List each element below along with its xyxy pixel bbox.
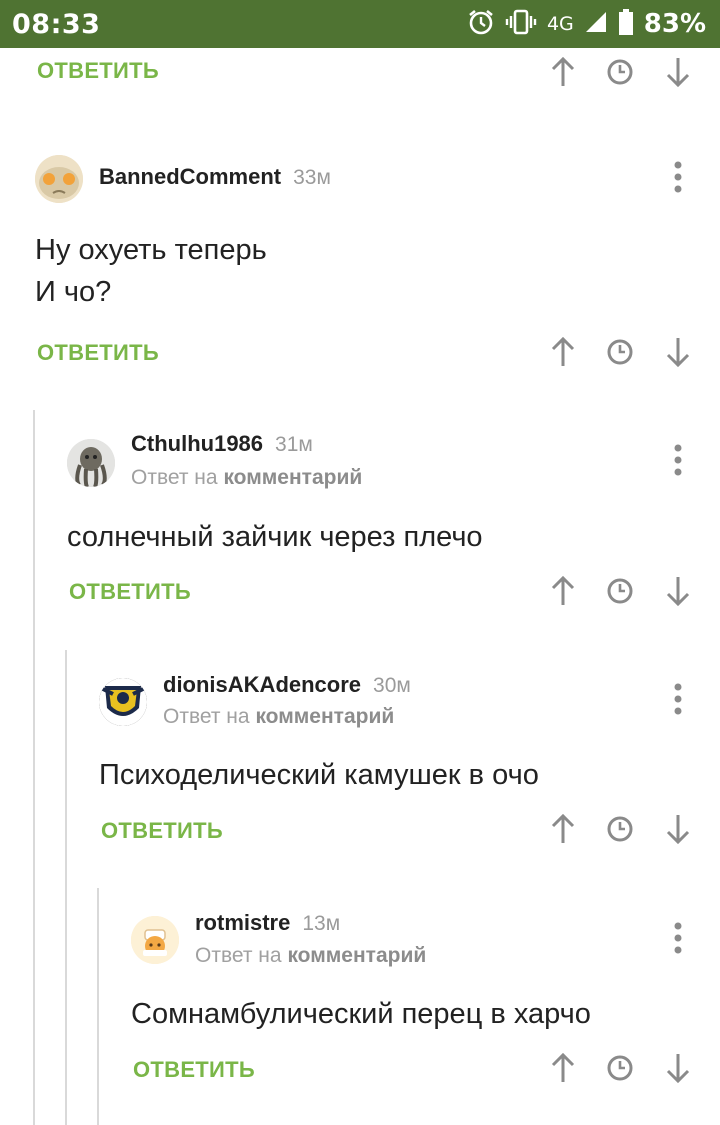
thread-line-level-3 xyxy=(97,888,99,1125)
reply-to-link[interactable]: комментарий xyxy=(287,944,426,967)
reply-to-link[interactable]: комментарий xyxy=(223,466,362,489)
comment-line: солнечный зайчик через плечо xyxy=(67,521,483,553)
arrow-down-icon[interactable] xyxy=(661,55,695,89)
vibrate-icon xyxy=(505,8,537,40)
comment-body: Сомнамбулический перец в харчо xyxy=(131,993,591,1035)
reply-to-prefix: Ответ на xyxy=(131,466,218,489)
network-type: 4G xyxy=(546,13,574,35)
arrow-down-icon[interactable] xyxy=(661,335,695,369)
more-vertical-icon[interactable] xyxy=(666,918,690,958)
comment-time: 30м xyxy=(373,674,411,697)
thread-line-level-2 xyxy=(65,650,67,1125)
avatar[interactable] xyxy=(67,439,115,487)
reply-to-line: Ответ на комментарий xyxy=(131,466,362,490)
arrow-up-icon[interactable] xyxy=(546,1051,580,1085)
reply-button[interactable]: ОТВЕТИТЬ xyxy=(37,58,159,84)
reply-button[interactable]: ОТВЕТИТЬ xyxy=(133,1057,255,1083)
comment-author[interactable]: Cthulhu1986 xyxy=(131,431,263,457)
comment-author[interactable]: BannedComment xyxy=(99,164,281,190)
arrow-down-icon[interactable] xyxy=(661,1051,695,1085)
comment-line: Психоделический камушек в очо xyxy=(99,759,539,791)
status-time: 08:33 xyxy=(12,8,101,40)
clock-icon[interactable] xyxy=(603,335,637,369)
clock-icon[interactable] xyxy=(603,1051,637,1085)
more-vertical-icon[interactable] xyxy=(666,679,690,719)
status-bar: 08:33 4G 83% xyxy=(0,0,720,48)
comment-body: Психоделический камушек в очо xyxy=(99,754,539,796)
reply-to-line: Ответ на комментарий xyxy=(163,705,394,729)
comment-body: Ну охуеть теперь И чо? xyxy=(35,229,267,313)
reply-to-line: Ответ на комментарий xyxy=(195,944,426,968)
arrow-up-icon[interactable] xyxy=(546,812,580,846)
reply-button[interactable]: ОТВЕТИТЬ xyxy=(101,818,223,844)
alarm-icon xyxy=(467,8,495,40)
more-vertical-icon[interactable] xyxy=(666,440,690,480)
arrow-up-icon[interactable] xyxy=(546,335,580,369)
comment-time: 33м xyxy=(293,166,331,189)
arrow-up-icon[interactable] xyxy=(546,55,580,89)
more-vertical-icon[interactable] xyxy=(666,157,690,197)
comment-body: солнечный зайчик через плечо xyxy=(67,516,483,558)
avatar[interactable] xyxy=(131,916,179,964)
thread-line-level-1 xyxy=(33,410,35,1125)
avatar[interactable] xyxy=(35,155,83,203)
clock-icon[interactable] xyxy=(603,55,637,89)
comment-time: 13м xyxy=(302,912,341,935)
comment-author[interactable]: dionisAKAdencore xyxy=(163,672,361,698)
comment-author[interactable]: rotmistre xyxy=(195,910,290,936)
reply-to-link[interactable]: комментарий xyxy=(255,705,394,728)
reply-button[interactable]: ОТВЕТИТЬ xyxy=(69,579,191,605)
battery-icon xyxy=(618,8,634,40)
clock-icon[interactable] xyxy=(603,812,637,846)
comment-time: 31м xyxy=(275,433,313,456)
arrow-down-icon[interactable] xyxy=(661,812,695,846)
arrow-down-icon[interactable] xyxy=(661,574,695,608)
battery-percent: 83% xyxy=(643,9,706,39)
clock-icon[interactable] xyxy=(603,574,637,608)
comment-line: Ну охуеть теперь xyxy=(35,234,267,266)
reply-to-prefix: Ответ на xyxy=(163,705,250,728)
comment-line: И чо? xyxy=(35,276,112,308)
status-icons: 4G 83% xyxy=(467,8,706,40)
reply-to-prefix: Ответ на xyxy=(195,944,282,967)
arrow-up-icon[interactable] xyxy=(546,574,580,608)
comment-line: Сомнамбулический перец в харчо xyxy=(131,998,591,1030)
reply-button[interactable]: ОТВЕТИТЬ xyxy=(37,340,159,366)
signal-icon xyxy=(584,10,608,38)
avatar[interactable] xyxy=(99,678,147,726)
